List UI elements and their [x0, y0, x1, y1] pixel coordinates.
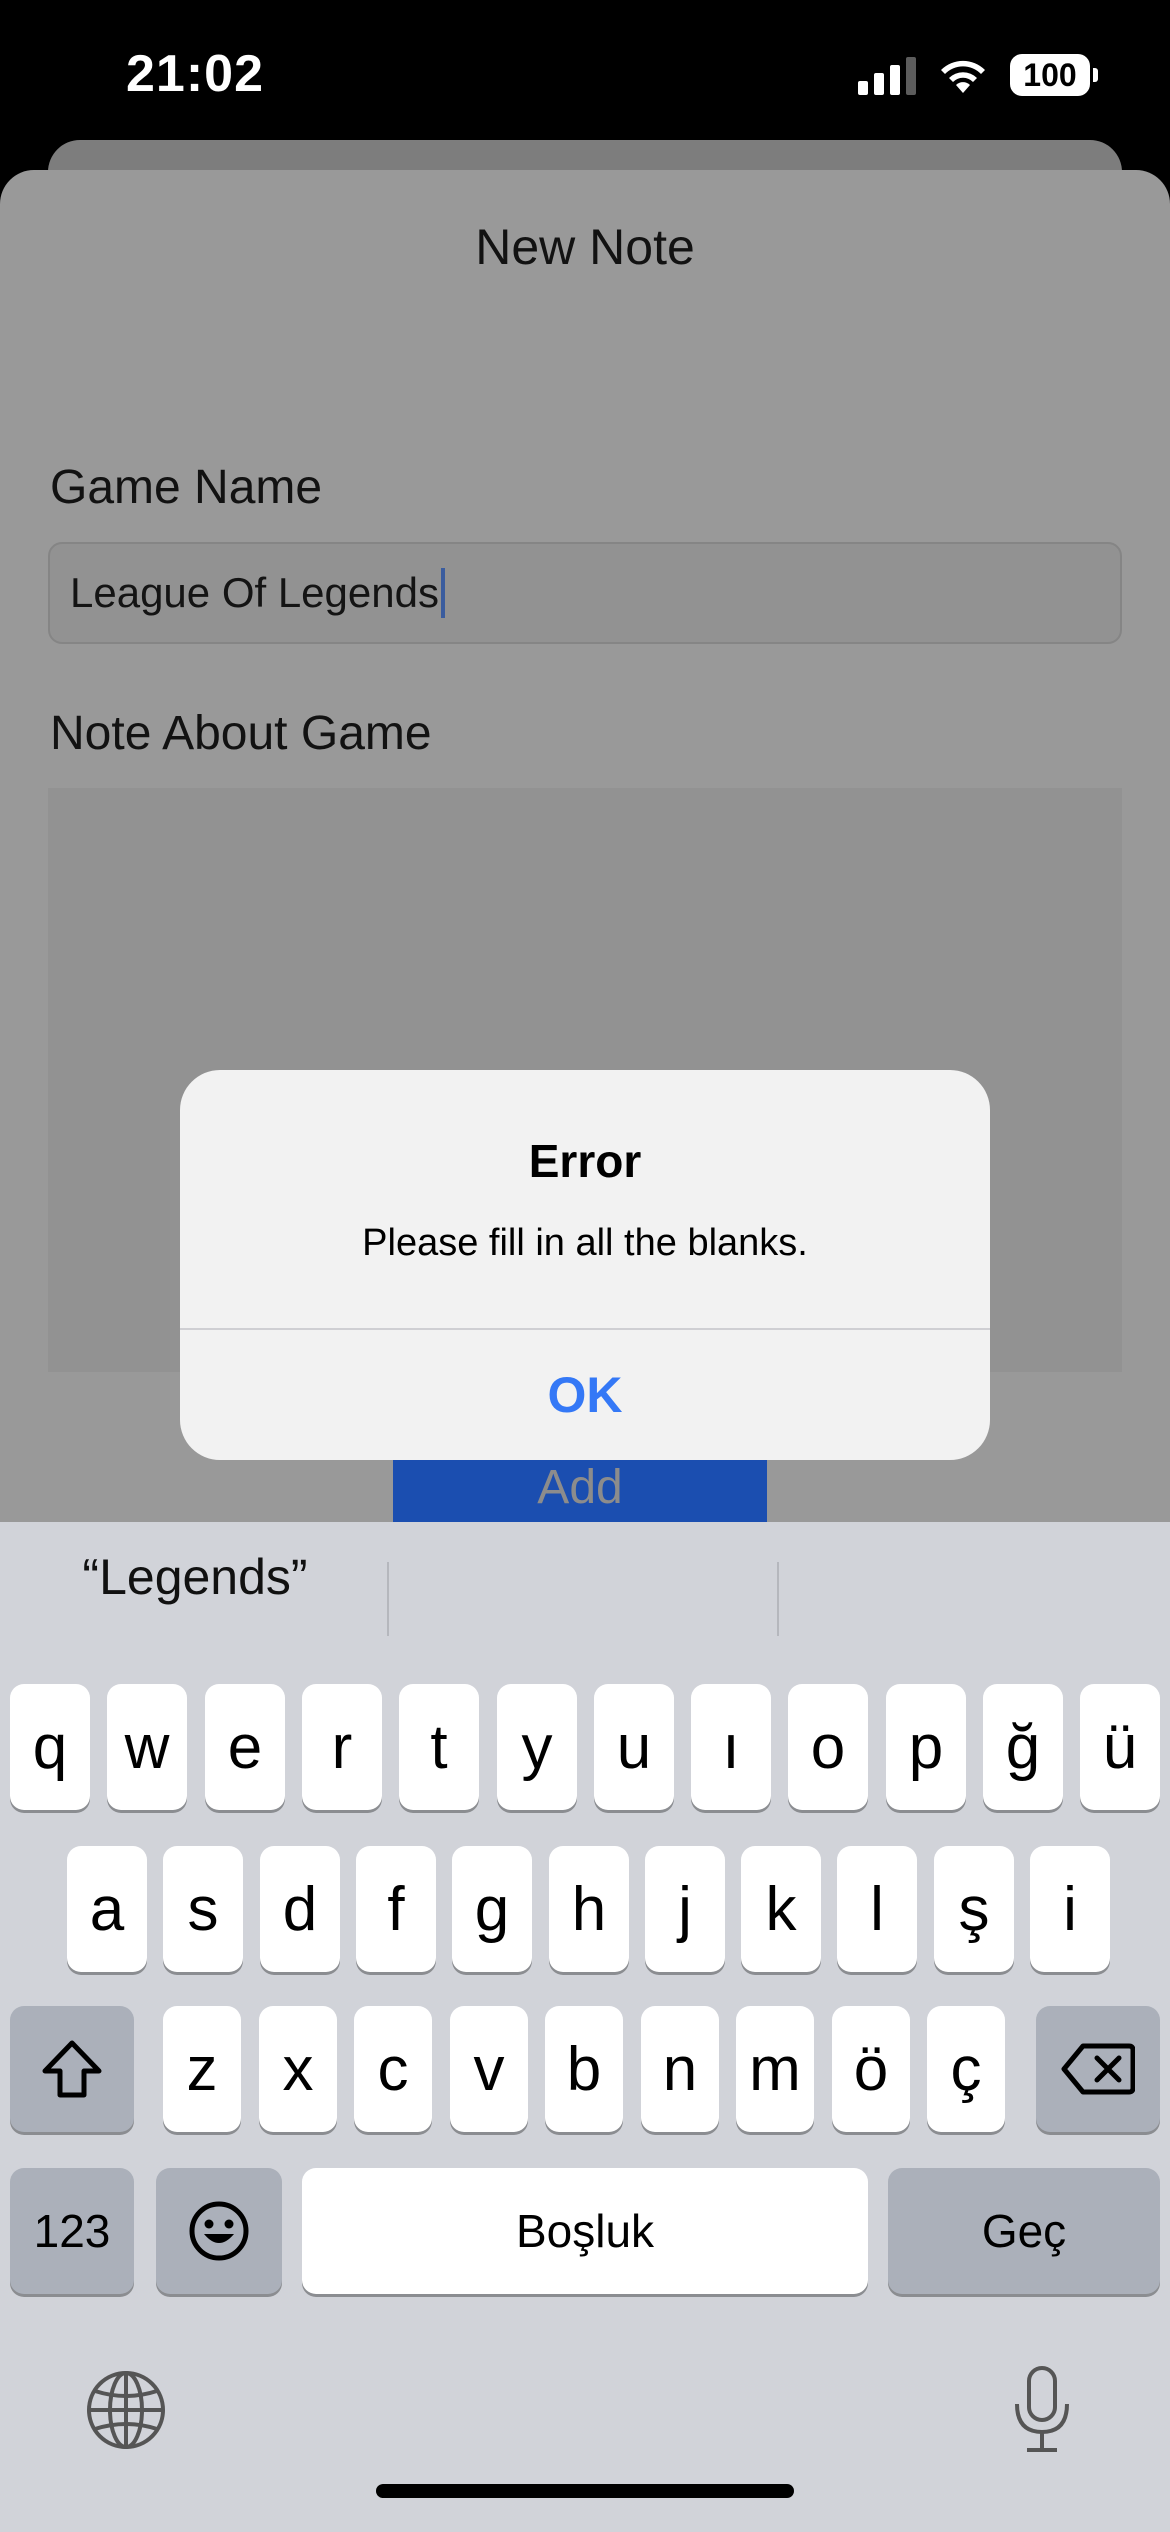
alert-message: Please fill in all the blanks.: [362, 1222, 808, 1264]
key-n[interactable]: n: [641, 2006, 719, 2132]
suggestion-3[interactable]: [780, 1522, 1170, 1632]
key-o[interactable]: o: [788, 1684, 868, 1810]
key-d[interactable]: d: [260, 1846, 340, 1972]
key-x[interactable]: x: [259, 2006, 337, 2132]
suggestion-2[interactable]: [390, 1522, 780, 1632]
key-k[interactable]: k: [741, 1846, 821, 1972]
wifi-icon: [941, 60, 985, 93]
page-title: New Note: [475, 219, 695, 275]
globe-button[interactable]: [84, 2368, 168, 2452]
key-ö[interactable]: ö: [832, 2006, 910, 2132]
key-p[interactable]: p: [886, 1684, 966, 1810]
screen: 21:02 100 New Note Game Name League Of L…: [0, 0, 1170, 2532]
home-indicator[interactable]: [376, 2484, 794, 2498]
status-icons: 100: [858, 52, 1098, 98]
game-name-input[interactable]: League Of Legends: [48, 542, 1122, 644]
text-caret: [440, 568, 445, 618]
key-f[interactable]: f: [356, 1846, 436, 1972]
return-key[interactable]: Geç: [888, 2168, 1160, 2294]
numbers-key[interactable]: 123: [10, 2168, 134, 2294]
backspace-icon: [1061, 2043, 1135, 2095]
backspace-key[interactable]: [1036, 2006, 1160, 2132]
key-ı[interactable]: ı: [691, 1684, 771, 1810]
key-ş[interactable]: ş: [934, 1846, 1014, 1972]
dictation-button[interactable]: [1000, 2362, 1084, 2458]
suggestion-bar: “Legends”: [0, 1522, 1170, 1636]
note-label: Note About Game: [50, 707, 432, 760]
suggestion-divider: [387, 1562, 389, 1636]
key-b[interactable]: b: [545, 2006, 623, 2132]
key-h[interactable]: h: [549, 1846, 629, 1972]
battery-icon: 100: [1010, 54, 1098, 96]
emoji-icon: [189, 2201, 249, 2261]
key-ç[interactable]: ç: [927, 2006, 1005, 2132]
emoji-key[interactable]: [156, 2168, 282, 2294]
key-c[interactable]: c: [354, 2006, 432, 2132]
key-ğ[interactable]: ğ: [983, 1684, 1063, 1810]
key-ü[interactable]: ü: [1080, 1684, 1160, 1810]
shift-icon: [42, 2040, 102, 2098]
globe-icon: [87, 2371, 165, 2449]
key-j[interactable]: j: [645, 1846, 725, 1972]
key-q[interactable]: q: [10, 1684, 90, 1810]
key-t[interactable]: t: [399, 1684, 479, 1810]
keyboard: “Legends” qwertyuıopğü asdfghjklşi zxcvbnm…: [0, 1522, 1170, 2532]
microphone-icon: [1015, 2366, 1069, 2452]
key-l[interactable]: l: [837, 1846, 917, 1972]
suggestion-divider: [777, 1562, 779, 1636]
key-y[interactable]: y: [497, 1684, 577, 1810]
shift-key[interactable]: [10, 2006, 134, 2132]
alert-title: Error: [528, 1135, 642, 1187]
error-alert: Error Please fill in all the blanks. OK: [180, 1070, 990, 1460]
key-v[interactable]: v: [450, 2006, 528, 2132]
status-time: 21:02: [126, 45, 264, 103]
key-m[interactable]: m: [736, 2006, 814, 2132]
key-s[interactable]: s: [163, 1846, 243, 1972]
key-r[interactable]: r: [302, 1684, 382, 1810]
ok-button[interactable]: OK: [180, 1330, 990, 1460]
key-u[interactable]: u: [594, 1684, 674, 1810]
key-w[interactable]: w: [107, 1684, 187, 1810]
space-key[interactable]: Boşluk: [302, 2168, 868, 2294]
key-i[interactable]: i: [1030, 1846, 1110, 1972]
key-a[interactable]: a: [67, 1846, 147, 1972]
suggestion-1[interactable]: “Legends”: [0, 1522, 390, 1632]
cellular-signal-icon: [858, 55, 916, 95]
key-e[interactable]: e: [205, 1684, 285, 1810]
game-name-label: Game Name: [50, 461, 323, 514]
key-g[interactable]: g: [452, 1846, 532, 1972]
game-name-value: League Of Legends: [70, 569, 439, 616]
key-z[interactable]: z: [163, 2006, 241, 2132]
